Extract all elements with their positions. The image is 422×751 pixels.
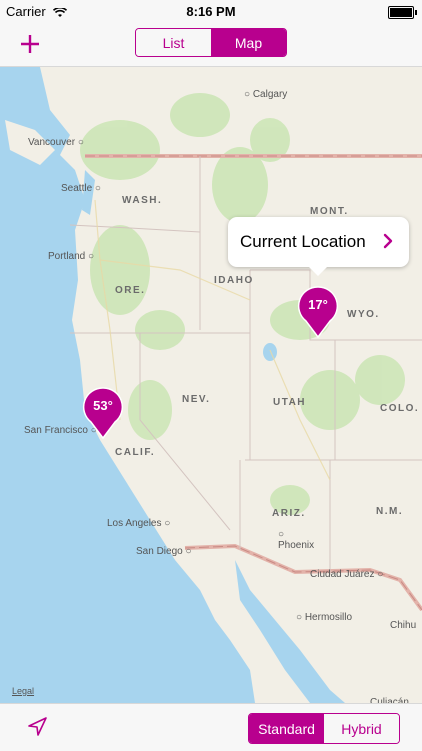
bottom-toolbar: Standard Hybrid <box>0 703 422 751</box>
current-location-callout[interactable]: Current Location <box>228 217 409 276</box>
tab-map[interactable]: Map <box>211 29 286 56</box>
add-icon[interactable] <box>18 32 42 56</box>
state-label: ARIZ. <box>272 508 306 519</box>
state-label: UTAH <box>273 397 307 408</box>
city-label: Los Angeles ○ <box>107 518 171 529</box>
state-label: MONT. <box>310 206 349 217</box>
state-label: CALIF. <box>115 447 156 458</box>
weather-pin[interactable]: 53° <box>82 386 124 440</box>
callout-title: Current Location <box>240 232 366 251</box>
state-label: IDAHO <box>214 275 254 286</box>
map-type-segmented-control: Standard Hybrid <box>248 713 400 744</box>
pin-temperature: 17° <box>308 297 328 312</box>
map-view[interactable]: WASH. MONT. IDAHO ORE. WYO. NEV. UTAH CO… <box>0 67 422 708</box>
city-label: Portland ○ <box>48 251 95 262</box>
state-label: N.M. <box>376 506 404 517</box>
city-label: Chihu <box>390 620 417 631</box>
map-pin-icon <box>297 286 339 339</box>
chevron-right-icon[interactable] <box>383 233 393 249</box>
state-label: NEV. <box>182 394 211 405</box>
city-label: ○ Phoenix <box>278 529 315 551</box>
legal-link[interactable]: Legal <box>12 686 34 696</box>
pin-temperature: 53° <box>93 398 113 413</box>
city-label: Ciudad Juárez ○ <box>310 569 384 580</box>
clock: 8:16 PM <box>186 4 236 19</box>
city-label: ○ Calgary <box>244 89 288 100</box>
city-label: San Diego ○ <box>136 546 192 557</box>
state-label: WASH. <box>122 195 163 206</box>
status-bar: Carrier 8:16 PM <box>0 0 422 22</box>
weather-pin[interactable]: 17° <box>297 285 339 339</box>
view-segmented-control: List Map <box>135 28 287 57</box>
city-label: Vancouver ○ <box>28 137 84 148</box>
city-label: Seattle ○ <box>61 183 101 194</box>
location-arrow-icon[interactable] <box>26 716 48 738</box>
map-canvas <box>0 67 422 703</box>
city-label: ○ Hermosillo <box>296 612 353 623</box>
standard-button[interactable]: Standard <box>249 714 324 743</box>
battery-icon <box>388 6 417 19</box>
state-label: COLO. <box>380 403 420 414</box>
navigation-bar: List Map <box>0 22 422 67</box>
state-label: ORE. <box>115 285 146 296</box>
tab-list[interactable]: List <box>136 29 211 56</box>
map-pin-icon <box>82 387 124 440</box>
hybrid-button[interactable]: Hybrid <box>324 714 399 743</box>
state-label: WYO. <box>347 309 380 320</box>
